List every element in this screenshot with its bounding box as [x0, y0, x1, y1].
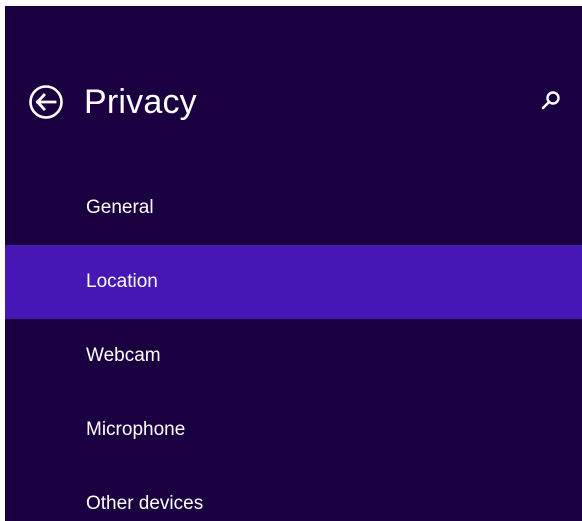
nav-item-microphone[interactable]: Microphone — [5, 393, 582, 467]
page-title: Privacy — [84, 83, 197, 121]
search-button[interactable] — [538, 88, 564, 114]
header: Privacy — [5, 80, 582, 130]
nav-item-location[interactable]: Location — [5, 245, 582, 319]
nav-item-label: Webcam — [86, 345, 161, 366]
nav-list: General Location Webcam Microphone Other… — [5, 171, 582, 521]
nav-item-label: Other devices — [86, 493, 204, 514]
nav-item-label: General — [86, 197, 154, 218]
nav-item-other-devices[interactable]: Other devices — [5, 467, 582, 521]
nav-item-webcam[interactable]: Webcam — [5, 319, 582, 393]
settings-pane: Privacy General Location Webcam Micropho… — [5, 6, 582, 521]
nav-item-label: Microphone — [86, 419, 186, 440]
nav-item-general[interactable]: General — [5, 171, 582, 245]
back-arrow-circle-icon — [29, 85, 63, 119]
search-icon — [541, 91, 560, 110]
nav-item-label: Location — [86, 271, 158, 292]
back-button[interactable] — [28, 84, 64, 120]
